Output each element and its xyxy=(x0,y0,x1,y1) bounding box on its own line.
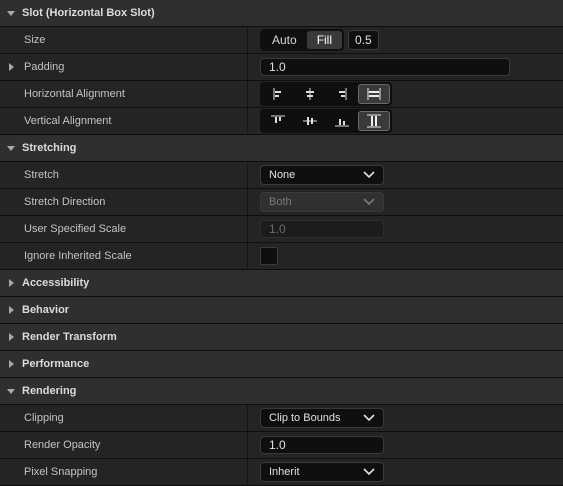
expand-arrow-icon[interactable] xyxy=(0,360,22,368)
category-label: Render Transform xyxy=(22,331,117,343)
expand-arrow-icon[interactable] xyxy=(0,145,22,151)
category-label: Slot (Horizontal Box Slot) xyxy=(22,7,155,19)
property-label: Padding xyxy=(0,54,248,80)
dropdown-value: Both xyxy=(269,196,292,208)
stretch-dropdown[interactable]: None xyxy=(260,165,384,185)
property-label: Clipping xyxy=(0,405,248,431)
property-user-specified-scale: User Specified Scale 1.0 xyxy=(0,216,563,243)
property-clipping: Clipping Clip to Bounds xyxy=(0,405,563,432)
expand-arrow-icon[interactable] xyxy=(9,63,14,71)
size-fill-option[interactable]: Fill xyxy=(306,31,343,49)
property-vertical-alignment: Vertical Alignment xyxy=(0,108,563,135)
property-pixel-snapping: Pixel Snapping Inherit xyxy=(0,459,563,486)
dropdown-value: Inherit xyxy=(269,466,300,478)
chevron-down-icon xyxy=(363,414,375,422)
chevron-down-icon xyxy=(363,468,375,476)
category-performance[interactable]: Performance xyxy=(0,351,563,378)
clipping-dropdown[interactable]: Clip to Bounds xyxy=(260,408,384,428)
align-top-icon[interactable] xyxy=(262,111,294,131)
expand-arrow-icon[interactable] xyxy=(0,10,22,16)
category-accessibility[interactable]: Accessibility xyxy=(0,270,563,297)
user-specified-scale-input: 1.0 xyxy=(260,220,384,238)
dropdown-value: None xyxy=(269,169,296,181)
category-rendering[interactable]: Rendering xyxy=(0,378,563,405)
category-slot[interactable]: Slot (Horizontal Box Slot) xyxy=(0,0,563,27)
category-label: Stretching xyxy=(22,142,77,154)
property-size: Size Auto Fill 0.5 xyxy=(0,27,563,54)
category-behavior[interactable]: Behavior xyxy=(0,297,563,324)
render-opacity-input[interactable]: 1.0 xyxy=(260,436,384,454)
align-center-icon[interactable] xyxy=(294,84,326,104)
property-label: Vertical Alignment xyxy=(0,108,248,134)
property-stretch: Stretch None xyxy=(0,162,563,189)
property-label: User Specified Scale xyxy=(0,216,248,242)
stretch-direction-dropdown: Both xyxy=(260,192,384,212)
align-middle-icon[interactable] xyxy=(294,111,326,131)
category-stretching[interactable]: Stretching xyxy=(0,135,563,162)
property-padding: Padding 1.0 xyxy=(0,54,563,81)
expand-arrow-icon[interactable] xyxy=(0,279,22,287)
expand-arrow-icon[interactable] xyxy=(0,388,22,394)
chevron-down-icon xyxy=(363,171,375,179)
align-right-icon[interactable] xyxy=(326,84,358,104)
property-render-opacity: Render Opacity 1.0 xyxy=(0,432,563,459)
property-label: Stretch Direction xyxy=(0,189,248,215)
category-render-transform[interactable]: Render Transform xyxy=(0,324,563,351)
property-label: Ignore Inherited Scale xyxy=(0,243,248,269)
chevron-down-icon xyxy=(363,198,375,206)
category-label: Behavior xyxy=(22,304,70,316)
size-auto-option[interactable]: Auto xyxy=(262,31,307,49)
horizontal-fill-icon[interactable] xyxy=(358,84,390,104)
property-stretch-direction: Stretch Direction Both xyxy=(0,189,563,216)
size-value-input[interactable]: 0.5 xyxy=(348,30,379,50)
property-label: Pixel Snapping xyxy=(0,459,248,485)
property-ignore-inherited-scale: Ignore Inherited Scale xyxy=(0,243,563,270)
size-rule-selector[interactable]: Auto Fill xyxy=(260,29,345,51)
expand-arrow-icon[interactable] xyxy=(0,333,22,341)
property-label: Horizontal Alignment xyxy=(0,81,248,107)
property-horizontal-alignment: Horizontal Alignment xyxy=(0,81,563,108)
property-label: Render Opacity xyxy=(0,432,248,458)
pixel-snapping-dropdown[interactable]: Inherit xyxy=(260,462,384,482)
vertical-fill-icon[interactable] xyxy=(358,111,390,131)
ignore-inherited-scale-checkbox[interactable] xyxy=(260,247,278,265)
dropdown-value: Clip to Bounds xyxy=(269,412,341,424)
horizontal-alignment-selector[interactable] xyxy=(260,82,392,106)
property-label: Size xyxy=(0,27,248,53)
details-panel: Slot (Horizontal Box Slot) Size Auto Fil… xyxy=(0,0,563,486)
align-left-icon[interactable] xyxy=(262,84,294,104)
align-bottom-icon[interactable] xyxy=(326,111,358,131)
property-label: Stretch xyxy=(0,162,248,188)
category-label: Rendering xyxy=(22,385,77,397)
vertical-alignment-selector[interactable] xyxy=(260,109,392,133)
expand-arrow-icon[interactable] xyxy=(0,306,22,314)
category-label: Accessibility xyxy=(22,277,90,289)
padding-input[interactable]: 1.0 xyxy=(260,58,510,76)
category-label: Performance xyxy=(22,358,90,370)
